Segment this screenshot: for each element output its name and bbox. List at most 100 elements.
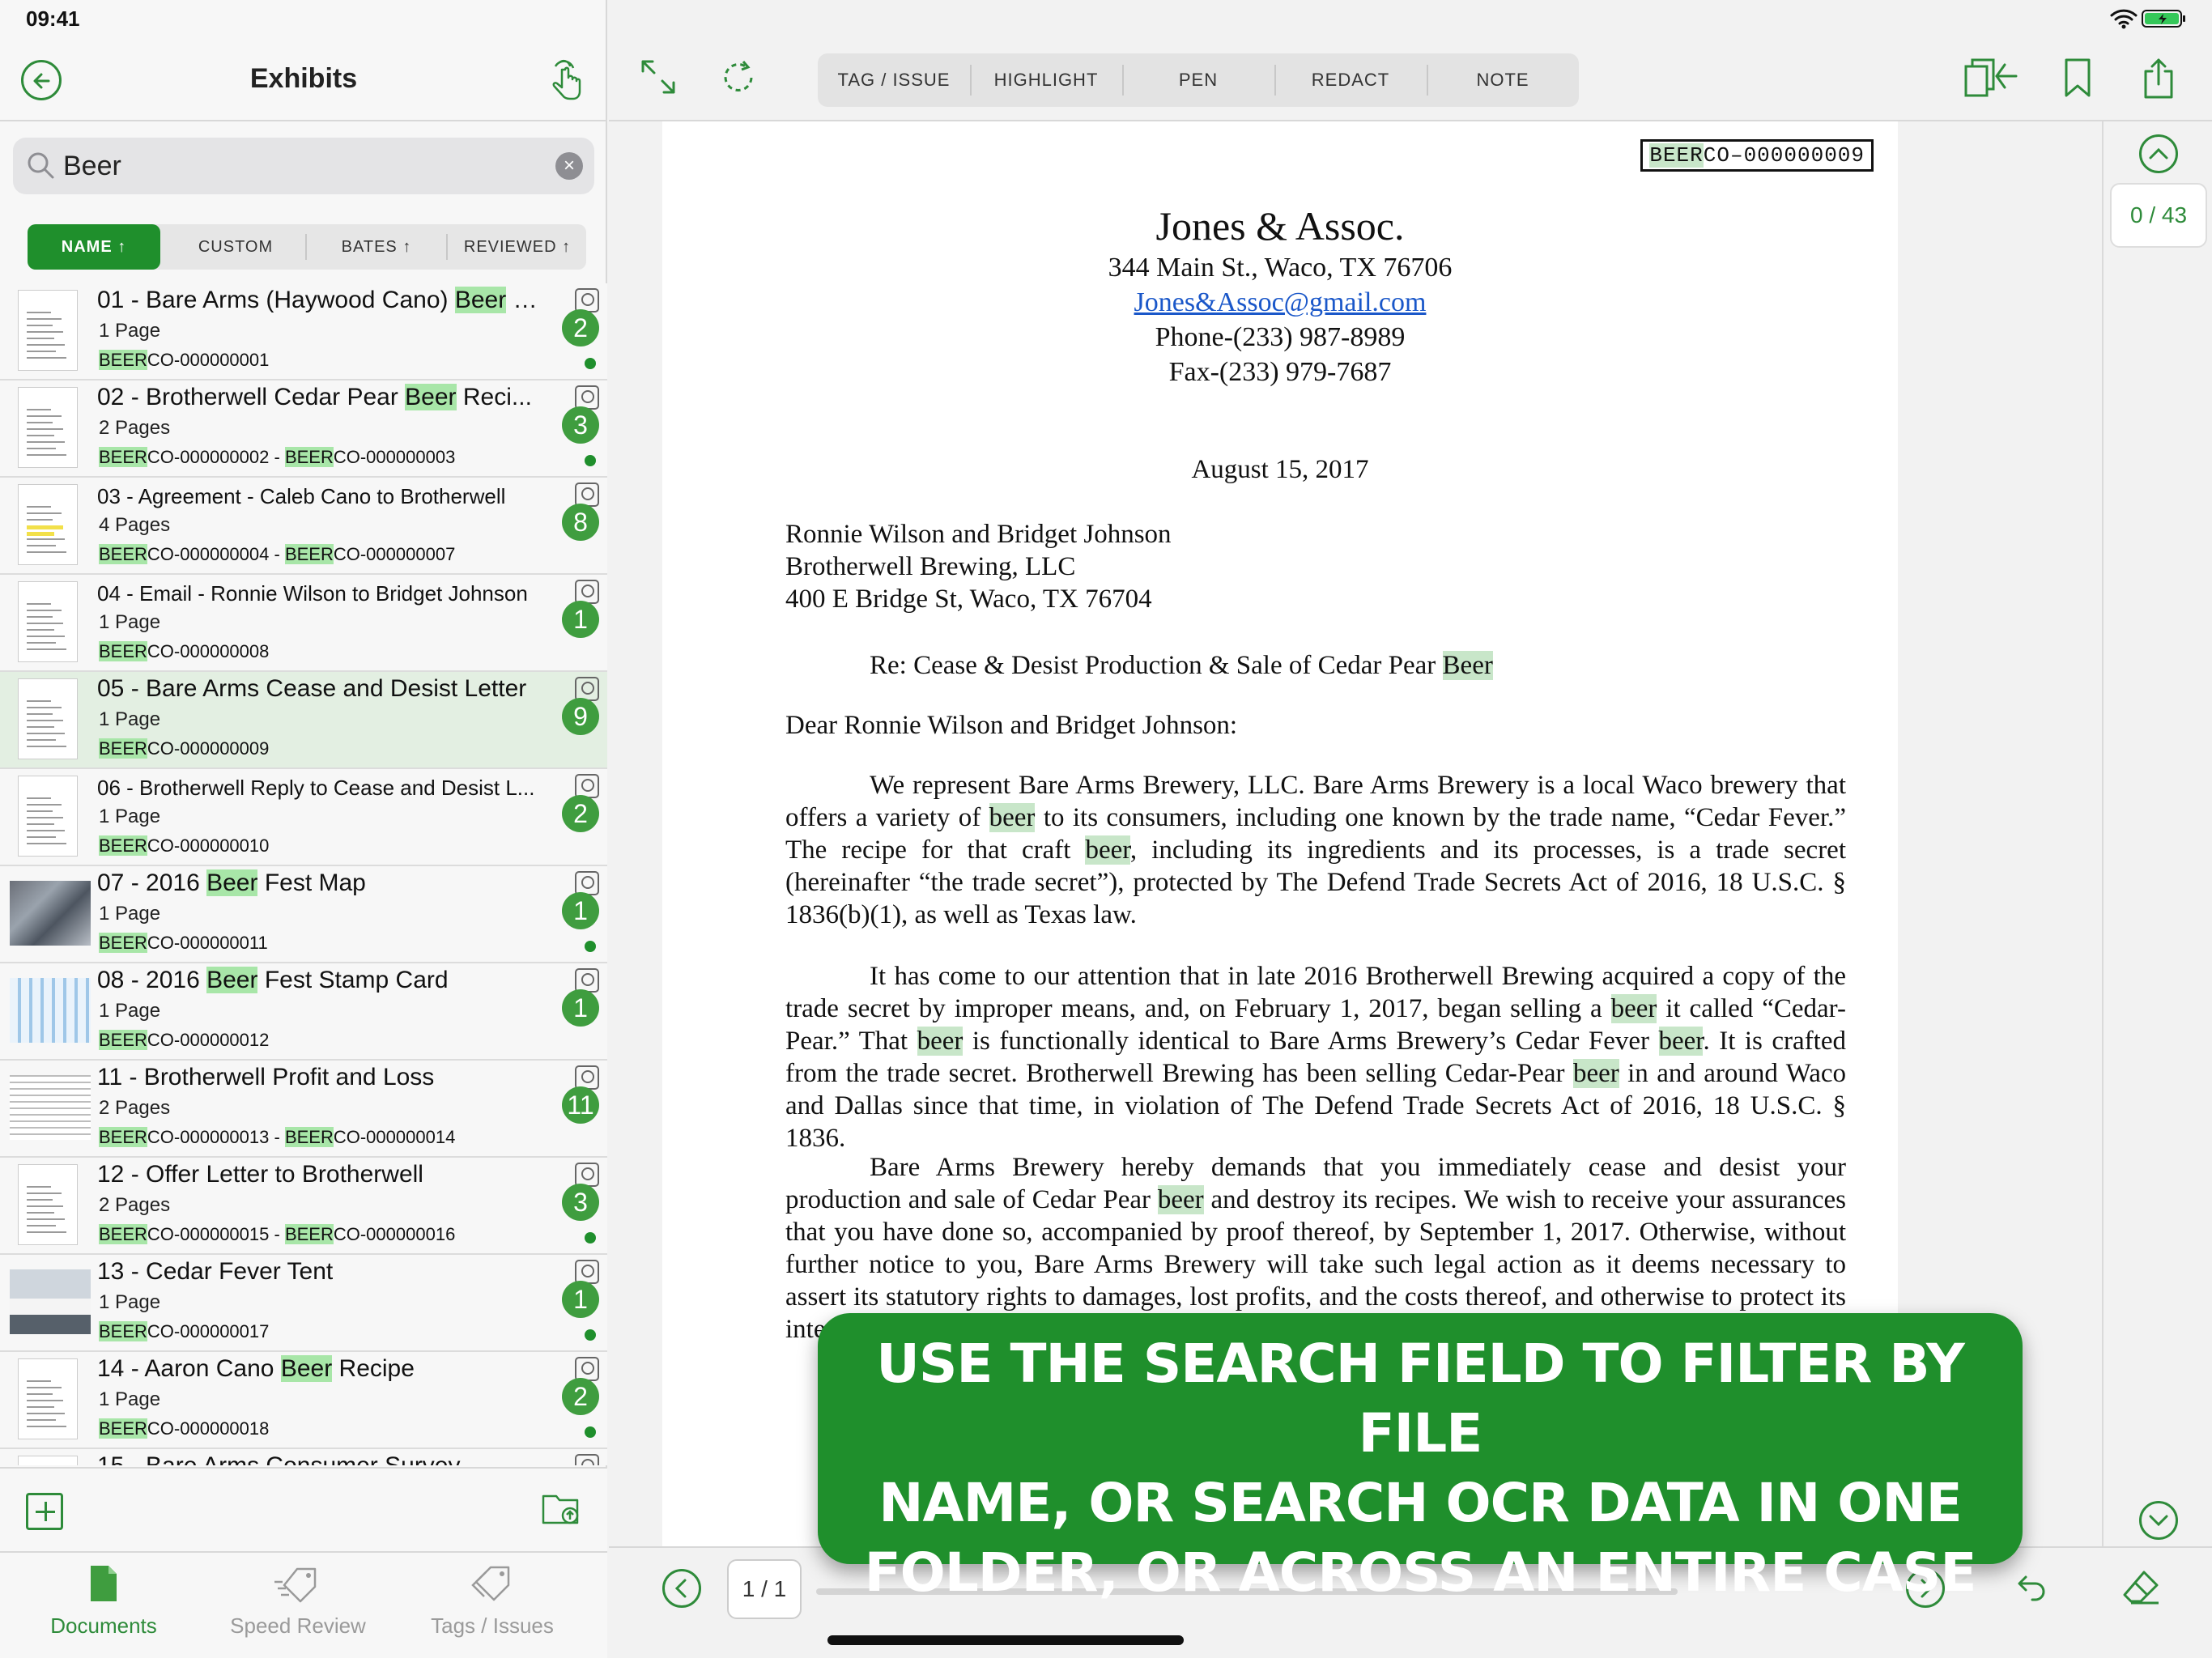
thumbnail-line bbox=[27, 636, 65, 637]
bates-range: BEERCO-000000010 bbox=[99, 835, 269, 857]
exhibit-row[interactable]: 01 - Bare Arms (Haywood Cano) Beer Re...… bbox=[0, 283, 607, 380]
fullscreen-button[interactable] bbox=[638, 57, 678, 101]
tab-bar: Documents Speed Review Tags / Issues bbox=[0, 1551, 607, 1658]
sort-bates-button[interactable]: BATES ↑ bbox=[308, 224, 445, 270]
eraser-button[interactable] bbox=[2121, 1567, 2162, 1612]
folder-upload-icon bbox=[542, 1494, 579, 1524]
divider bbox=[446, 234, 448, 260]
hit-count-badge: 1 bbox=[562, 989, 599, 1027]
bates-number: CO-000000011 bbox=[147, 933, 268, 953]
rotate-button[interactable] bbox=[719, 57, 758, 101]
note-button[interactable]: NOTE bbox=[1427, 53, 1579, 107]
bates-number: CO-000000009 bbox=[147, 738, 270, 759]
exhibit-thumbnail bbox=[18, 484, 78, 565]
tab-documents[interactable]: Documents bbox=[15, 1564, 193, 1639]
thumbnail-line bbox=[27, 1419, 56, 1421]
exhibit-row[interactable]: 13 - Cedar Fever Tent 1 Page BEERCO-000000… bbox=[0, 1255, 607, 1352]
hit-count-badge: 2 bbox=[562, 795, 599, 832]
thumbnail-line bbox=[27, 344, 65, 346]
letter-re-line: Re: Cease & Desist Production & Sale of … bbox=[870, 649, 1493, 682]
tab-label: Documents bbox=[50, 1613, 157, 1638]
exhibit-thumbnail bbox=[18, 678, 78, 759]
search-hit: beer bbox=[1157, 1185, 1204, 1214]
reviewed-indicator bbox=[585, 455, 596, 466]
thumbnail-line bbox=[27, 538, 65, 540]
thumbnail-line bbox=[27, 810, 53, 812]
bates-range: BEERCO-000000015 - BEERCO-000000016 bbox=[99, 1224, 455, 1245]
hit-count-badge: 3 bbox=[562, 1184, 599, 1221]
exhibit-row[interactable]: 11 - Brotherwell Profit and Loss 2 Pages B… bbox=[0, 1061, 607, 1158]
exhibit-row[interactable]: 08 - 2016 Beer Fest Stamp Card 1 Page BEER… bbox=[0, 963, 607, 1061]
bates-stamp: BEERCO–000000009 bbox=[1640, 139, 1874, 172]
bates-number: CO-000000018 bbox=[147, 1418, 270, 1439]
folder-upload-button[interactable] bbox=[541, 1490, 581, 1531]
search-box[interactable]: × bbox=[13, 138, 594, 194]
exhibit-row[interactable]: 03 - Agreement - Caleb Cano to Brotherwe… bbox=[0, 478, 607, 575]
pen-button[interactable]: PEN bbox=[1122, 53, 1274, 107]
thumbnail-line bbox=[27, 804, 62, 806]
share-button[interactable] bbox=[2142, 57, 2175, 104]
sort-name-button[interactable]: NAME ↑ bbox=[28, 224, 160, 270]
thumbnail-line bbox=[27, 629, 54, 631]
thumbnail-line bbox=[27, 720, 63, 721]
thumbnail-line bbox=[27, 726, 54, 728]
page-number-field[interactable]: 1 / 1 bbox=[727, 1559, 802, 1619]
title-text: Reci... bbox=[456, 384, 532, 410]
search-navigator: 0 / 43 bbox=[2102, 121, 2212, 1546]
exhibit-row[interactable]: 05 - Bare Arms Cease and Desist Letter 1 … bbox=[0, 672, 607, 769]
search-hit: Beer bbox=[1442, 651, 1493, 680]
thumbnail-line bbox=[27, 454, 66, 456]
bookmark-button[interactable] bbox=[2063, 57, 2092, 103]
thumbnail-line bbox=[27, 836, 56, 838]
exhibit-row[interactable]: 04 - Email - Ronnie Wilson to Bridget Jo… bbox=[0, 575, 607, 672]
thumbnail-line bbox=[27, 422, 53, 423]
tag-issue-button[interactable]: TAG / ISSUE bbox=[818, 53, 970, 107]
previous-page-button[interactable] bbox=[662, 1569, 701, 1608]
exhibit-row[interactable]: 06 - Brotherwell Reply to Cease and Desi… bbox=[0, 769, 607, 866]
exhibit-title: 06 - Brotherwell Reply to Cease and Desi… bbox=[97, 776, 551, 801]
search-hit-counter: 0 / 43 bbox=[2110, 183, 2207, 248]
hit-count-badge: 11 bbox=[562, 1086, 599, 1124]
add-exhibit-button[interactable] bbox=[26, 1493, 63, 1530]
exhibit-thumbnail bbox=[18, 1456, 78, 1465]
title-text: 14 - Aaron Cano bbox=[97, 1355, 281, 1382]
bates-number: CO-000000004 bbox=[147, 544, 270, 564]
thumbnail-line bbox=[27, 1413, 65, 1414]
sort-reviewed-button[interactable]: REVIEWED ↑ bbox=[449, 224, 586, 270]
preview-search-icon[interactable] bbox=[575, 1454, 599, 1465]
sort-custom-button[interactable]: CUSTOM bbox=[167, 224, 304, 270]
exhibit-row[interactable]: 07 - 2016 Beer Fest Map 1 Page BEERCO-0000… bbox=[0, 866, 607, 963]
exhibit-title: 07 - 2016 Beer Fest Map bbox=[97, 869, 551, 897]
hand-pointer-icon bbox=[552, 59, 581, 100]
exhibit-title: 02 - Brotherwell Cedar Pear Beer Reci... bbox=[97, 384, 551, 411]
highlight-button[interactable]: HIGHLIGHT bbox=[970, 53, 1122, 107]
thumbnail-line bbox=[27, 519, 53, 521]
recipient-line: Brotherwell Brewing, LLC bbox=[785, 552, 1076, 581]
page-count: 1 Page bbox=[99, 708, 161, 730]
touch-select-button[interactable] bbox=[544, 57, 583, 105]
search-hit: beer bbox=[917, 1027, 963, 1056]
exhibit-row[interactable]: 14 - Aaron Cano Beer Recipe 1 Page BEERCO-… bbox=[0, 1352, 607, 1449]
range-separator: - bbox=[269, 1224, 285, 1244]
exhibit-row[interactable]: 12 - Offer Letter to Brotherwell 2 Pages B… bbox=[0, 1158, 607, 1255]
title-text: 07 - 2016 bbox=[97, 869, 207, 896]
clear-search-button[interactable]: × bbox=[555, 152, 583, 180]
tab-speed-review[interactable]: Speed Review bbox=[209, 1564, 387, 1639]
firm-email-link[interactable]: Jones&Assoc@gmail.com bbox=[1134, 287, 1427, 317]
compare-button[interactable] bbox=[1963, 57, 2019, 103]
promo-banner: USE THE SEARCH FIELD TO FILTER BY FILE N… bbox=[818, 1313, 2023, 1604]
reviewed-indicator bbox=[585, 941, 596, 952]
thumbnail-line bbox=[27, 700, 51, 702]
tab-tags-issues[interactable]: Tags / Issues bbox=[403, 1564, 581, 1639]
redact-button[interactable]: REDACT bbox=[1274, 53, 1427, 107]
hit-count-badge: 1 bbox=[562, 1281, 599, 1318]
exhibit-row[interactable]: 15 - Bare Arms Consumer Survey bbox=[0, 1449, 607, 1465]
exhibit-thumbnail bbox=[18, 1164, 78, 1245]
search-input[interactable] bbox=[63, 146, 533, 186]
next-hit-button[interactable] bbox=[2139, 1501, 2178, 1540]
previous-hit-button[interactable] bbox=[2139, 134, 2178, 173]
exhibit-row[interactable]: 02 - Brotherwell Cedar Pear Beer Reci...… bbox=[0, 380, 607, 478]
battery-icon bbox=[2142, 10, 2185, 28]
status-time: 09:41 bbox=[26, 6, 80, 31]
thumbnail-line bbox=[27, 733, 65, 734]
